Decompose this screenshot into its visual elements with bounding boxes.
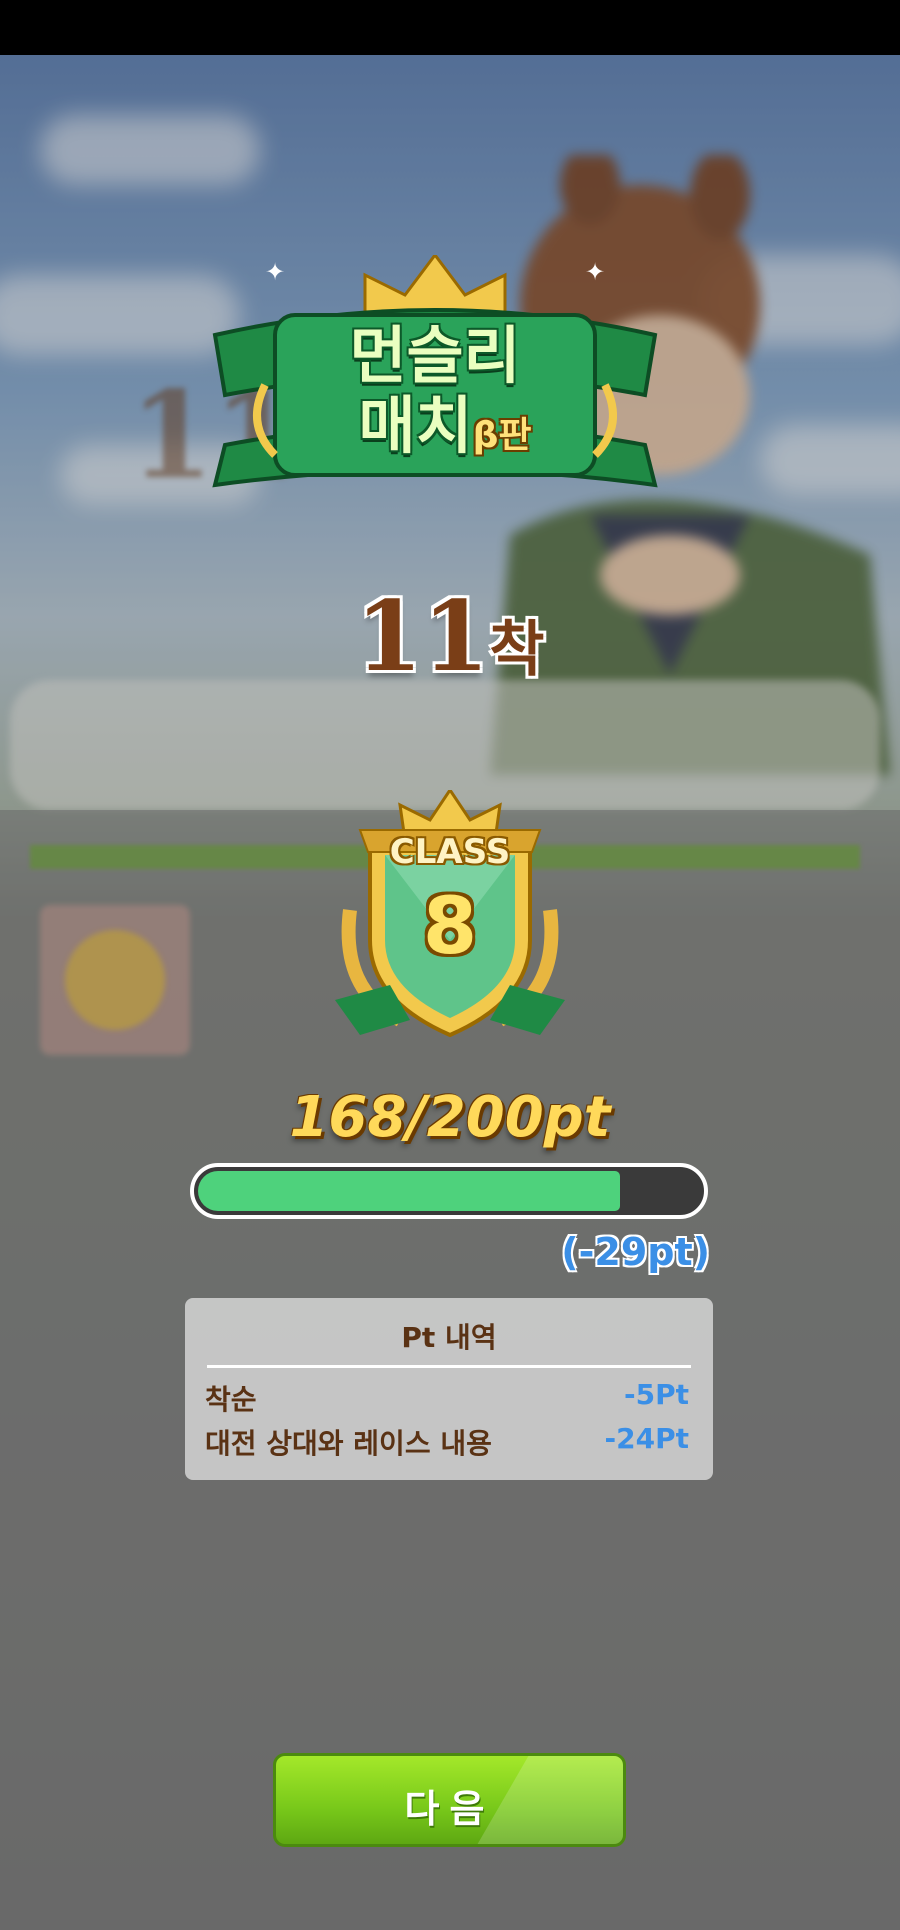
svg-text:✦: ✦ (585, 258, 605, 286)
breakdown-row-label: 대전 상대와 레이스 내용 (205, 1427, 492, 1460)
next-button[interactable]: 다음 (273, 1753, 626, 1847)
svg-text:✦: ✦ (265, 258, 285, 286)
pt-breakdown-panel: Pt 내역 착순 -5Pt 대전 상대와 레이스 내용 -24Pt (185, 1298, 713, 1480)
breakdown-row: 대전 상대와 레이스 내용 -24Pt (205, 1422, 689, 1462)
logo-beta-tag: β판 (472, 415, 532, 456)
breakdown-row-value: -5Pt (623, 1378, 689, 1411)
breakdown-row-label: 착순 (205, 1383, 257, 1416)
points-delta: (-29pt) (561, 1230, 710, 1274)
next-button-label: 다음 (404, 1787, 495, 1831)
logo-line-2: 매치β판 (205, 375, 675, 465)
status-bar (0, 0, 900, 55)
breakdown-row: 착순 -5Pt (205, 1378, 689, 1418)
rank-suffix: 착 (489, 615, 545, 685)
class-level: 8 (422, 882, 478, 972)
points-total: 168/200pt (289, 1085, 611, 1150)
rank-number: 11 (355, 580, 490, 693)
class-badge: CLASS 8 (320, 790, 580, 1050)
divider (207, 1365, 691, 1368)
finish-rank: 11착 (0, 580, 900, 693)
points-progress-fill (198, 1171, 620, 1211)
monthly-match-logo: ✦ ✦ 먼슬리 매치β판 (205, 255, 665, 495)
pt-breakdown-title: Pt 내역 (401, 1321, 497, 1354)
logo-line-2-text: 매치 (358, 389, 473, 462)
breakdown-row-value: -24Pt (604, 1422, 690, 1455)
class-label: CLASS (389, 832, 511, 872)
points-progress-bar (190, 1163, 708, 1219)
